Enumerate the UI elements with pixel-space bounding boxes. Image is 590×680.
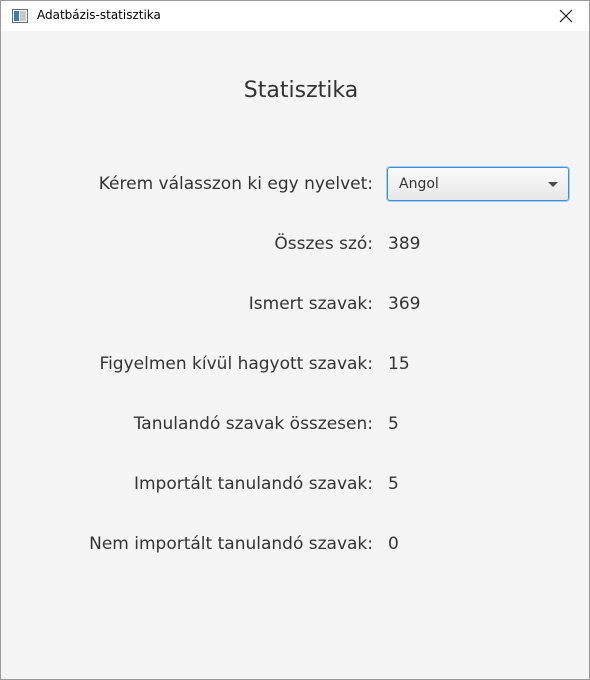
stat-value-words-to-learn: 5 [388,414,399,434]
title-bar[interactable]: Adatbázis-statisztika [1,1,589,31]
stat-label-ignored-words: Figyelmen kívül hagyott szavak: [99,354,373,374]
stat-value-ignored-words: 15 [388,354,410,374]
stat-label-not-imported-words: Nem importált tanulandó szavak: [89,534,373,554]
stat-label-imported-words: Importált tanulandó szavak: [133,474,373,494]
page-title: Statisztika [243,78,359,103]
stat-value-imported-words: 5 [388,474,399,494]
stat-value-total-words: 389 [388,234,421,254]
window-title: Adatbázis-statisztika [37,8,161,22]
stat-label-words-to-learn: Tanulandó szavak összesen: [133,414,373,434]
stat-value-known-words: 369 [388,294,421,314]
app-window-icon [12,9,28,23]
stat-label-total-words: Összes szó: [274,234,373,254]
statistics-window: Adatbázis-statisztika Statisztika Kérem … [0,0,590,680]
stat-value-not-imported-words: 0 [388,534,399,554]
language-label: Kérem válasszon ki egy nyelvet: [98,174,373,194]
chevron-down-icon [548,182,558,187]
stat-label-known-words: Ismert szavak: [248,294,373,314]
close-button[interactable] [543,1,589,31]
content-area: Statisztika Kérem válasszon ki egy nyelv… [1,31,589,679]
close-icon [559,9,573,23]
language-select[interactable]: Angol [387,167,569,201]
language-select-value: Angol [399,176,439,192]
